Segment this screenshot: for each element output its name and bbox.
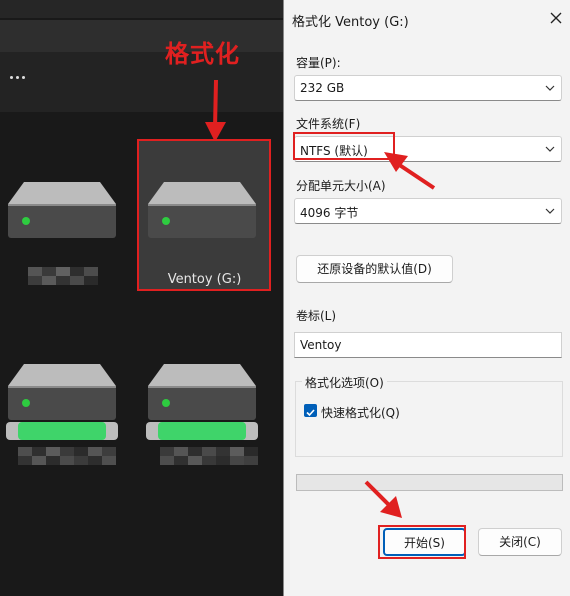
explorer-title-bar — [0, 0, 283, 18]
annotation-arrow-filesystem — [384, 152, 436, 190]
dialog-title: 格式化 Ventoy (G:) — [292, 15, 409, 30]
more-options-icon[interactable] — [10, 70, 32, 84]
address-bar[interactable] — [0, 20, 283, 52]
progress-bar — [296, 474, 563, 491]
annotation-start-outline — [378, 525, 466, 559]
explorer-window — [0, 0, 283, 596]
annotation-arrow-down — [205, 79, 226, 142]
annotation-arrow-start — [364, 480, 402, 518]
annotation-filesystem-outline — [293, 132, 395, 160]
capacity-label: 容量(P): — [296, 56, 341, 70]
quick-format-label[interactable]: 快速格式化(Q) — [321, 404, 400, 421]
chevron-down-icon — [545, 85, 555, 91]
drive-label-obscured — [18, 447, 116, 465]
chevron-down-icon — [545, 208, 555, 214]
drive-icon[interactable] — [146, 360, 258, 446]
allocation-label: 分配单元大小(A) — [296, 179, 386, 193]
capacity-value: 232 GB — [300, 81, 345, 95]
restore-defaults-button[interactable]: 还原设备的默认值(D) — [296, 255, 453, 283]
checkmark-icon — [306, 409, 315, 417]
drive-icon[interactable] — [6, 360, 118, 446]
drive-label-obscured — [28, 267, 98, 285]
drive-icon[interactable] — [6, 178, 118, 240]
volume-label: 卷标(L) — [296, 309, 337, 323]
annotation-format-label: 格式化 — [165, 40, 240, 68]
format-dialog: 格式化 Ventoy (G:) 容量(P): 232 GB 文件系统(F) NT… — [283, 0, 570, 596]
allocation-value: 4096 字节 — [300, 206, 359, 220]
filesystem-label: 文件系统(F) — [296, 117, 361, 131]
close-button[interactable]: 关闭(C) — [478, 528, 562, 556]
quick-format-checkbox[interactable] — [304, 404, 317, 417]
volume-input[interactable]: Ventoy — [294, 332, 562, 358]
drive-label-obscured — [160, 447, 258, 465]
annotation-drive-outline — [137, 139, 271, 291]
format-options-label: 格式化选项(O) — [302, 374, 387, 391]
chevron-down-icon — [545, 146, 555, 152]
volume-value: Ventoy — [300, 338, 342, 352]
capacity-select[interactable]: 232 GB — [294, 75, 562, 101]
explorer-toolbar — [0, 52, 283, 112]
close-icon[interactable] — [548, 10, 564, 26]
allocation-select[interactable]: 4096 字节 — [294, 198, 562, 224]
